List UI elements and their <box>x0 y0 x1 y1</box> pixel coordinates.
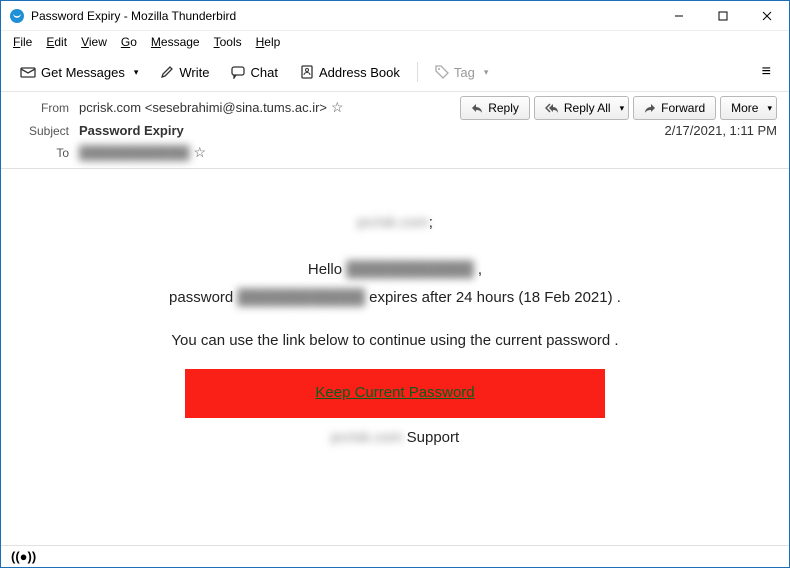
get-messages-label: Get Messages <box>41 65 125 80</box>
from-value: pcrisk.com <sesebrahimi@sina.tums.ac.ir> <box>79 100 327 115</box>
connection-icon[interactable]: ((●)) <box>11 549 36 564</box>
subject-value: Password Expiry <box>79 123 184 138</box>
forward-label: Forward <box>661 101 705 115</box>
chat-icon <box>231 65 245 79</box>
download-icon <box>20 65 36 79</box>
from-label: From <box>13 101 69 115</box>
app-menu-button[interactable]: ≡ <box>754 59 779 85</box>
menu-message[interactable]: Message <box>145 33 206 51</box>
body-line-4: You can use the link below to continue u… <box>51 327 739 356</box>
chat-label: Chat <box>250 65 277 80</box>
menu-help[interactable]: Help <box>250 33 287 51</box>
write-label: Write <box>179 65 209 80</box>
more-button[interactable]: More ▾ <box>720 96 777 120</box>
toolbar-separator <box>417 62 418 82</box>
menu-go[interactable]: Go <box>115 33 143 51</box>
menu-file[interactable]: File <box>7 33 38 51</box>
redacted-text: ████████████ <box>346 256 474 285</box>
pencil-icon <box>160 65 174 79</box>
star-icon[interactable]: ☆ <box>331 99 344 116</box>
menu-edit[interactable]: Edit <box>40 33 73 51</box>
message-body: pcrisk.com; Hello ████████████ , passwor… <box>1 169 789 545</box>
reply-button[interactable]: Reply <box>460 96 530 120</box>
reply-all-button[interactable]: Reply All ▾ <box>534 96 629 120</box>
chevron-down-icon: ▾ <box>484 67 489 78</box>
main-toolbar: Get Messages ▾ Write Chat Address Book T… <box>1 53 789 92</box>
minimize-button[interactable] <box>657 1 701 31</box>
tag-label: Tag <box>454 65 475 80</box>
chevron-down-icon: ▾ <box>767 103 772 114</box>
tag-icon <box>435 65 449 79</box>
thunderbird-icon <box>9 8 25 24</box>
maximize-button[interactable] <box>701 1 745 31</box>
forward-button[interactable]: Forward <box>633 96 716 120</box>
address-book-button[interactable]: Address Book <box>291 60 409 85</box>
write-button[interactable]: Write <box>151 60 218 85</box>
hamburger-icon: ≡ <box>762 63 771 80</box>
address-book-icon <box>300 65 314 79</box>
message-headers: Reply Reply All ▾ Forward More ▾ From pc… <box>1 92 789 169</box>
forward-icon <box>644 103 656 113</box>
reply-all-icon <box>545 103 559 113</box>
keep-password-link[interactable]: Keep Current Password <box>185 369 605 418</box>
chevron-down-icon: ▾ <box>134 67 139 78</box>
reply-all-label: Reply All <box>564 101 611 115</box>
menu-tools[interactable]: Tools <box>208 33 248 51</box>
to-value: ████████████ <box>79 145 190 160</box>
redacted-text: pcrisk.com <box>357 209 429 238</box>
chevron-down-icon: ▾ <box>620 103 625 114</box>
to-label: To <box>13 146 69 160</box>
menu-bar: File Edit View Go Message Tools Help <box>1 31 789 53</box>
reply-icon <box>471 103 483 113</box>
close-button[interactable] <box>745 1 789 31</box>
window-title: Password Expiry - Mozilla Thunderbird <box>31 9 236 23</box>
menu-view[interactable]: View <box>75 33 113 51</box>
subject-label: Subject <box>13 124 69 138</box>
tag-button[interactable]: Tag ▾ <box>426 60 498 85</box>
body-line-3: password ████████████ expires after 24 h… <box>51 284 739 313</box>
redacted-text: pcrisk.com <box>331 424 403 453</box>
chat-button[interactable]: Chat <box>222 60 286 85</box>
message-actions: Reply Reply All ▾ Forward More ▾ <box>460 96 777 120</box>
address-book-label: Address Book <box>319 65 400 80</box>
body-line-2: Hello ████████████ , <box>51 256 739 285</box>
title-bar: Password Expiry - Mozilla Thunderbird <box>1 1 789 31</box>
redacted-text: ████████████ <box>237 284 365 313</box>
get-messages-button[interactable]: Get Messages ▾ <box>11 60 147 85</box>
reply-label: Reply <box>488 101 519 115</box>
body-line-1: pcrisk.com; <box>51 209 739 238</box>
body-support-line: pcrisk.com Support <box>51 424 739 453</box>
more-label: More <box>731 101 758 115</box>
star-icon[interactable]: ☆ <box>194 144 207 161</box>
status-bar: ((●)) <box>1 545 789 567</box>
date-value: 2/17/2021, 1:11 PM <box>664 123 777 138</box>
